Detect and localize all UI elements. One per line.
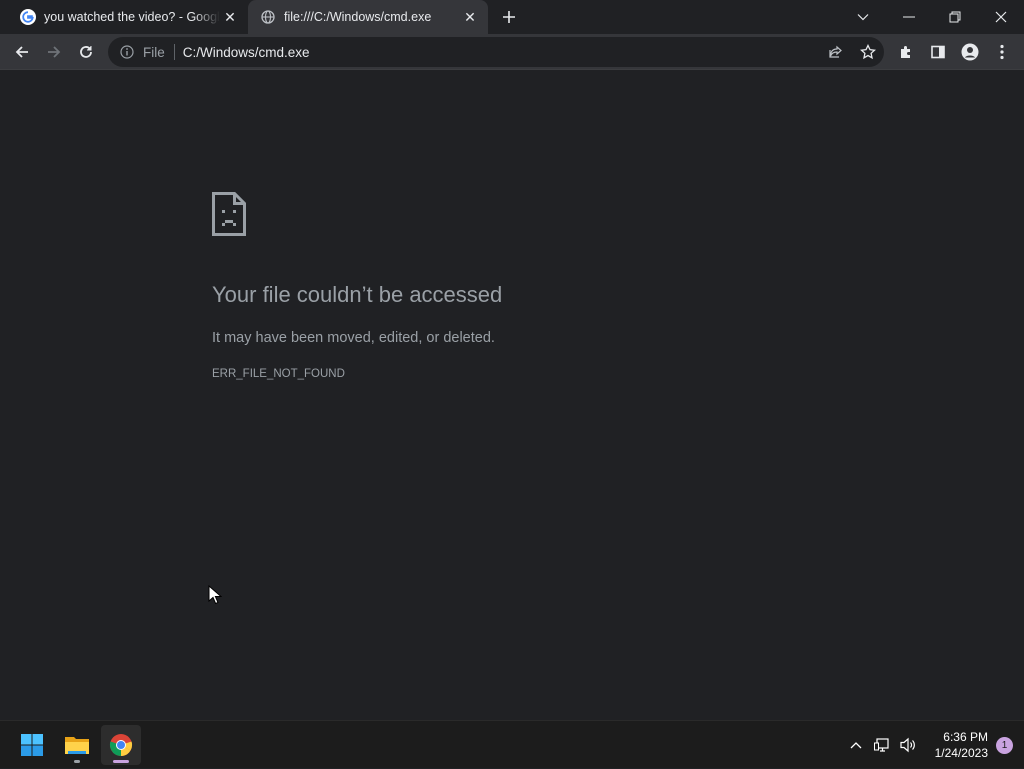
kebab-menu-icon — [1000, 44, 1004, 60]
profile-icon — [961, 43, 979, 61]
file-explorer-button[interactable] — [57, 725, 97, 765]
divider — [173, 44, 175, 60]
tab-title: file:///C:/Windows/cmd.exe — [284, 10, 432, 24]
error-code: ERR_FILE_NOT_FOUND — [212, 368, 345, 380]
running-indicator — [74, 760, 80, 763]
sad-file-icon — [212, 192, 246, 236]
start-icon — [21, 734, 43, 756]
chrome-button[interactable] — [101, 725, 141, 765]
arrow-left-icon — [15, 46, 28, 58]
clock-time: 6:36 PM — [943, 730, 988, 744]
minimize-icon — [903, 16, 915, 18]
side-panel-button[interactable] — [924, 38, 952, 66]
mouse-cursor-icon — [208, 585, 222, 605]
system-tray: 6:36 PM 1/24/2023 1 — [843, 721, 1024, 769]
chevron-up-icon — [850, 742, 862, 749]
back-button[interactable] — [8, 38, 36, 66]
clock[interactable]: 6:36 PM 1/24/2023 — [935, 729, 988, 761]
browser-toolbar: File C:/Windows/cmd.exe — [0, 34, 1024, 70]
new-tab-button[interactable] — [497, 5, 521, 29]
profile-button[interactable] — [956, 38, 984, 66]
info-icon[interactable] — [119, 44, 135, 60]
extensions-button[interactable] — [892, 38, 920, 66]
close-window-button[interactable] — [978, 0, 1024, 34]
bookmark-star-icon[interactable] — [852, 37, 884, 67]
plus-icon — [503, 11, 515, 23]
chrome-icon — [109, 734, 133, 756]
tab-title: you watched the video? - Google Search — [44, 10, 220, 24]
network-icon[interactable] — [869, 725, 895, 765]
window-controls — [840, 0, 1024, 34]
menu-button[interactable] — [988, 38, 1016, 66]
reload-icon — [80, 46, 92, 58]
globe-icon — [260, 9, 276, 25]
clock-date: 1/24/2023 — [934, 746, 988, 760]
google-icon — [20, 9, 36, 25]
active-indicator — [113, 760, 129, 763]
arrow-right-icon — [48, 46, 61, 58]
close-tab-icon[interactable]: ✕ — [460, 7, 480, 27]
tab-google-search[interactable]: you watched the video? - Google Search ✕ — [8, 0, 248, 34]
notification-badge[interactable]: 1 — [996, 736, 1013, 754]
omnibox-actions — [820, 37, 884, 67]
close-icon — [995, 11, 1007, 23]
error-description: It may have been moved, edited, or delet… — [212, 330, 495, 346]
minimize-button[interactable] — [886, 0, 932, 34]
file-explorer-icon — [65, 737, 89, 754]
error-page: Your file couldn’t be accessed It may ha… — [0, 70, 1024, 720]
puzzle-icon — [901, 46, 910, 58]
side-panel-icon — [931, 45, 945, 59]
taskbar: 6:36 PM 1/24/2023 1 — [0, 720, 1024, 768]
reload-button[interactable] — [72, 38, 100, 66]
restore-button[interactable] — [932, 0, 978, 34]
forward-button[interactable] — [40, 38, 68, 66]
tab-cmd-file[interactable]: file:///C:/Windows/cmd.exe ✕ — [248, 0, 488, 34]
tab-search-button[interactable] — [840, 0, 886, 34]
error-title: Your file couldn’t be accessed — [212, 282, 503, 307]
volume-icon[interactable] — [895, 725, 921, 765]
chevron-down-icon — [857, 14, 869, 21]
restore-icon — [949, 11, 961, 23]
show-hidden-icons-button[interactable] — [843, 725, 869, 765]
address-bar[interactable]: File C:/Windows/cmd.exe — [108, 37, 884, 67]
close-tab-icon[interactable]: ✕ — [220, 7, 240, 27]
share-icon[interactable] — [820, 37, 852, 67]
tab-strip: you watched the video? - Google Search ✕… — [0, 0, 1024, 34]
url-text[interactable]: C:/Windows/cmd.exe — [183, 45, 310, 60]
start-button[interactable] — [12, 725, 52, 765]
scheme-chip: File — [143, 44, 165, 60]
